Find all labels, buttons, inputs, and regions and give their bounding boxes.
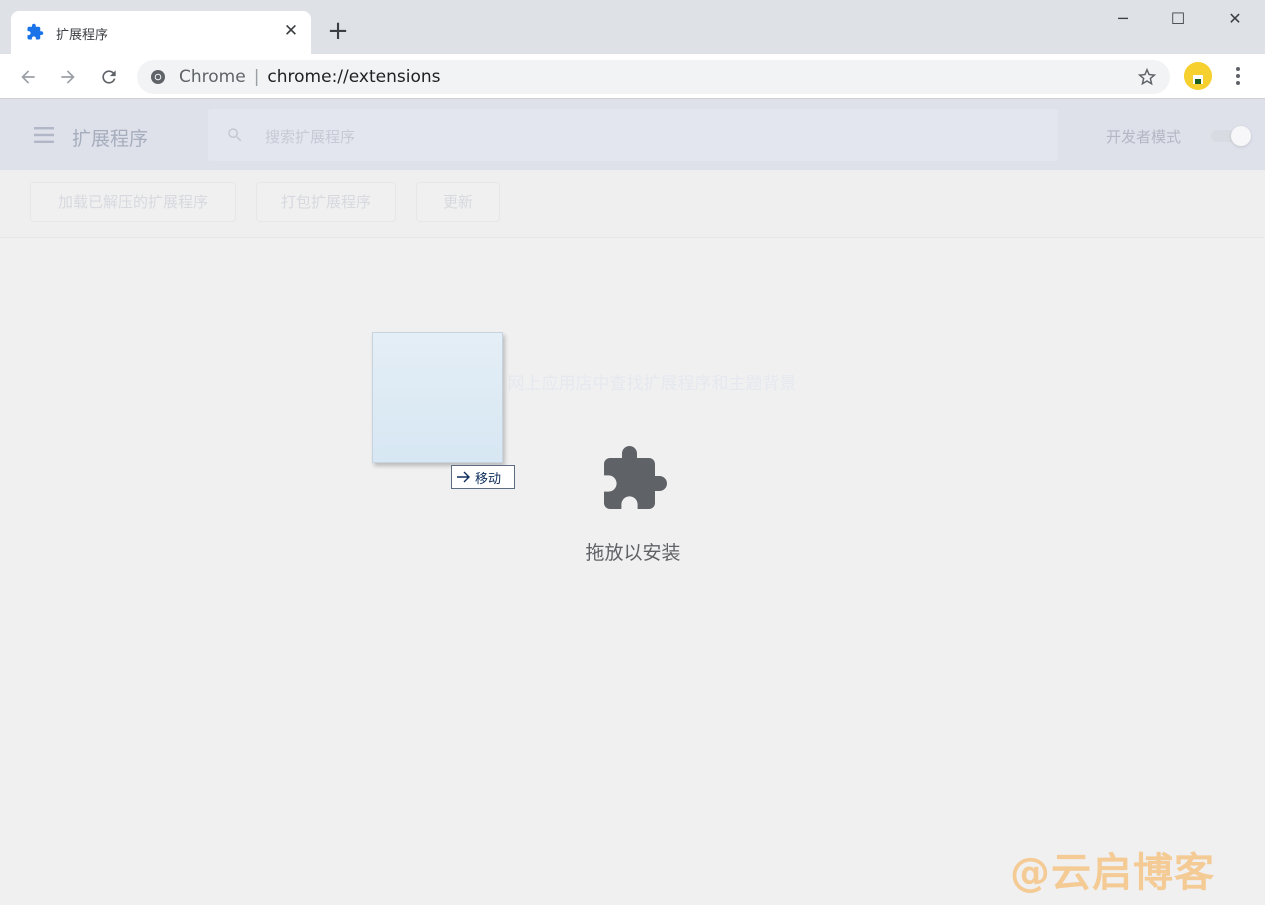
developer-action-bar: 加载已解压的扩展程序 打包扩展程序 更新 [0, 170, 1265, 238]
drag-ghost-image [372, 332, 503, 463]
chrome-icon [151, 70, 165, 84]
update-button[interactable]: 更新 [416, 182, 500, 222]
tab-strip: 扩展程序 ✕ + ─ ☐ ✕ [0, 0, 1265, 54]
puzzle-icon [604, 446, 667, 509]
arrow-right-icon [61, 70, 75, 84]
address-bar[interactable]: Chrome | chrome://extensions [137, 60, 1170, 94]
puzzle-icon [27, 23, 44, 40]
address-site: Chrome [179, 67, 246, 87]
new-tab-button[interactable]: + [326, 18, 350, 44]
profile-avatar[interactable] [1184, 62, 1212, 90]
search-input[interactable]: 搜索扩展程序 [208, 109, 1058, 161]
reload-icon [102, 70, 116, 84]
reload-button[interactable] [94, 62, 124, 92]
address-separator: | [253, 67, 260, 87]
watermark: @云启博客 [1010, 850, 1215, 896]
address-url: chrome://extensions [267, 67, 441, 87]
tab-close-icon[interactable]: ✕ [281, 21, 301, 41]
load-unpacked-button[interactable]: 加载已解压的扩展程序 [30, 182, 236, 222]
close-icon[interactable]: ✕ [1212, 6, 1258, 34]
search-icon [228, 128, 242, 142]
tab-extensions[interactable]: 扩展程序 ✕ [11, 11, 311, 54]
kebab-menu-icon[interactable] [1228, 64, 1248, 88]
forward-button[interactable] [53, 62, 83, 92]
search-placeholder: 搜索扩展程序 [265, 128, 356, 146]
address-text: Chrome | chrome://extensions [179, 67, 441, 87]
developer-mode-label: 开发者模式 [1106, 128, 1182, 146]
back-button[interactable] [13, 62, 43, 92]
developer-mode-toggle[interactable] [1211, 126, 1251, 146]
minimize-icon[interactable]: ─ [1100, 6, 1146, 34]
maximize-icon[interactable]: ☐ [1155, 6, 1201, 34]
browser-toolbar: Chrome | chrome://extensions [0, 54, 1265, 99]
pack-extension-button[interactable]: 打包扩展程序 [256, 182, 396, 222]
hamburger-menu-icon[interactable] [34, 127, 54, 143]
avatar-icon [1184, 62, 1212, 90]
toggle-knob [1231, 126, 1251, 146]
arrow-right-icon [457, 471, 470, 483]
extensions-page: 扩展程序 搜索扩展程序 开发者模式 加载已解压的扩展程序 打包扩展程序 更新 在… [0, 100, 1265, 905]
drag-move-label: 移动 [475, 471, 502, 487]
page-title: 扩展程序 [72, 128, 149, 150]
tab-title: 扩展程序 [56, 28, 109, 43]
extensions-header: 扩展程序 搜索扩展程序 开发者模式 [0, 100, 1265, 170]
arrow-left-icon [21, 70, 35, 84]
bookmark-star-icon[interactable] [1136, 66, 1158, 88]
drag-move-tooltip: 移动 [451, 465, 515, 489]
drop-to-install-text: 拖放以安装 [585, 542, 681, 564]
